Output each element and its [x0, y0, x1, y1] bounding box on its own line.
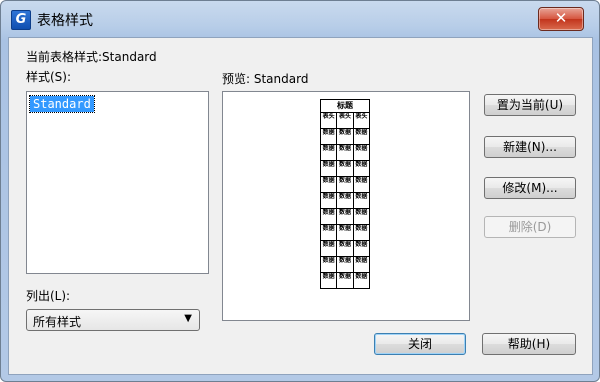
preview-table-data-row: 数据 数据 数据: [321, 129, 369, 145]
modify-style-button[interactable]: 修改(M)...: [484, 177, 576, 199]
preview-data-cell: 数据: [355, 145, 368, 152]
preview-header-cell: 表头: [355, 113, 368, 120]
preview-table-header-row: 表头 表头 表头: [321, 113, 369, 129]
table-preview: 标题 表头 表头 表头 数据 数据 数据 数据 数据 数据 数据 数据 数据 数据 数据 数据 数据 数据…: [222, 91, 470, 321]
preview-data-cell: 数据: [355, 193, 368, 200]
preview-data-cell: 数据: [321, 241, 338, 256]
title-bar[interactable]: G 表格样式 ✕: [1, 1, 599, 37]
preview-header-cell: 表头: [337, 113, 354, 128]
preview-table-data-row: 数据 数据 数据: [321, 145, 369, 161]
delete-style-button[interactable]: 删除(D): [484, 216, 576, 238]
preview-data-cell: 数据: [355, 161, 368, 168]
list-label: 列出(L):: [26, 289, 71, 303]
preview-data-cell: 数据: [355, 257, 368, 264]
close-button[interactable]: 关闭: [374, 333, 466, 355]
preview-data-cell: 数据: [321, 129, 338, 144]
preview-data-cell: 数据: [337, 161, 354, 176]
preview-data-cell: 数据: [321, 209, 338, 224]
list-filter-select[interactable]: 所有样式 ▼: [26, 309, 200, 331]
preview-table-data-row: 数据 数据 数据: [321, 273, 369, 288]
preview-table: 标题 表头 表头 表头 数据 数据 数据 数据 数据 数据 数据 数据 数据 数据 数据 数据 数据 数据…: [320, 99, 370, 289]
preview-label: 预览: Standard: [222, 72, 309, 86]
preview-data-cell: 数据: [321, 273, 338, 288]
preview-data-cell: 数据: [321, 177, 338, 192]
table-style-dialog: G 表格样式 ✕ 当前表格样式:Standard 样式(S): Standard…: [0, 0, 600, 382]
preview-table-data-row: 数据 数据 数据: [321, 257, 369, 273]
preview-data-cell: 数据: [337, 177, 354, 192]
app-logo-icon: G: [11, 10, 31, 30]
preview-data-cell: 数据: [337, 193, 354, 208]
preview-data-cell: 数据: [337, 273, 354, 288]
styles-listbox[interactable]: Standard: [26, 91, 209, 274]
preview-data-cell: 数据: [337, 209, 354, 224]
preview-table-title: 标题: [321, 100, 369, 113]
preview-data-cell: 数据: [337, 225, 354, 240]
preview-data-cell: 数据: [355, 241, 368, 248]
list-filter-value: 所有样式: [33, 315, 82, 329]
help-button[interactable]: 帮助(H): [482, 333, 576, 355]
preview-table-data-row: 数据 数据 数据: [321, 225, 369, 241]
preview-data-cell: 数据: [337, 129, 354, 144]
style-item-standard[interactable]: Standard: [29, 95, 95, 113]
current-style-label: 当前表格样式:Standard: [26, 50, 157, 64]
preview-data-cell: 数据: [355, 209, 368, 216]
preview-data-cell: 数据: [337, 257, 354, 272]
close-window-button[interactable]: ✕: [538, 7, 584, 31]
preview-data-cell: 数据: [321, 193, 338, 208]
preview-data-cell: 数据: [337, 145, 354, 160]
preview-data-cell: 数据: [355, 273, 368, 280]
dialog-body: 当前表格样式:Standard 样式(S): Standard 预览: Stan…: [8, 37, 593, 375]
preview-table-data-row: 数据 数据 数据: [321, 241, 369, 257]
preview-header-cell: 表头: [321, 113, 338, 128]
new-style-button[interactable]: 新建(N)...: [484, 136, 576, 158]
window-title: 表格样式: [37, 13, 93, 29]
styles-label: 样式(S):: [26, 70, 72, 84]
preview-data-cell: 数据: [355, 225, 368, 232]
preview-data-cell: 数据: [321, 145, 338, 160]
preview-data-cell: 数据: [321, 161, 338, 176]
dropdown-arrow-icon: ▼: [184, 313, 192, 324]
preview-table-data-row: 数据 数据 数据: [321, 161, 369, 177]
preview-data-cell: 数据: [355, 129, 368, 136]
preview-data-cell: 数据: [337, 241, 354, 256]
preview-table-data-row: 数据 数据 数据: [321, 193, 369, 209]
preview-data-cell: 数据: [355, 177, 368, 184]
preview-table-data-row: 数据 数据 数据: [321, 177, 369, 193]
set-current-button[interactable]: 置为当前(U): [484, 94, 576, 116]
preview-table-data-row: 数据 数据 数据: [321, 209, 369, 225]
preview-data-cell: 数据: [321, 257, 338, 272]
preview-data-cell: 数据: [321, 225, 338, 240]
